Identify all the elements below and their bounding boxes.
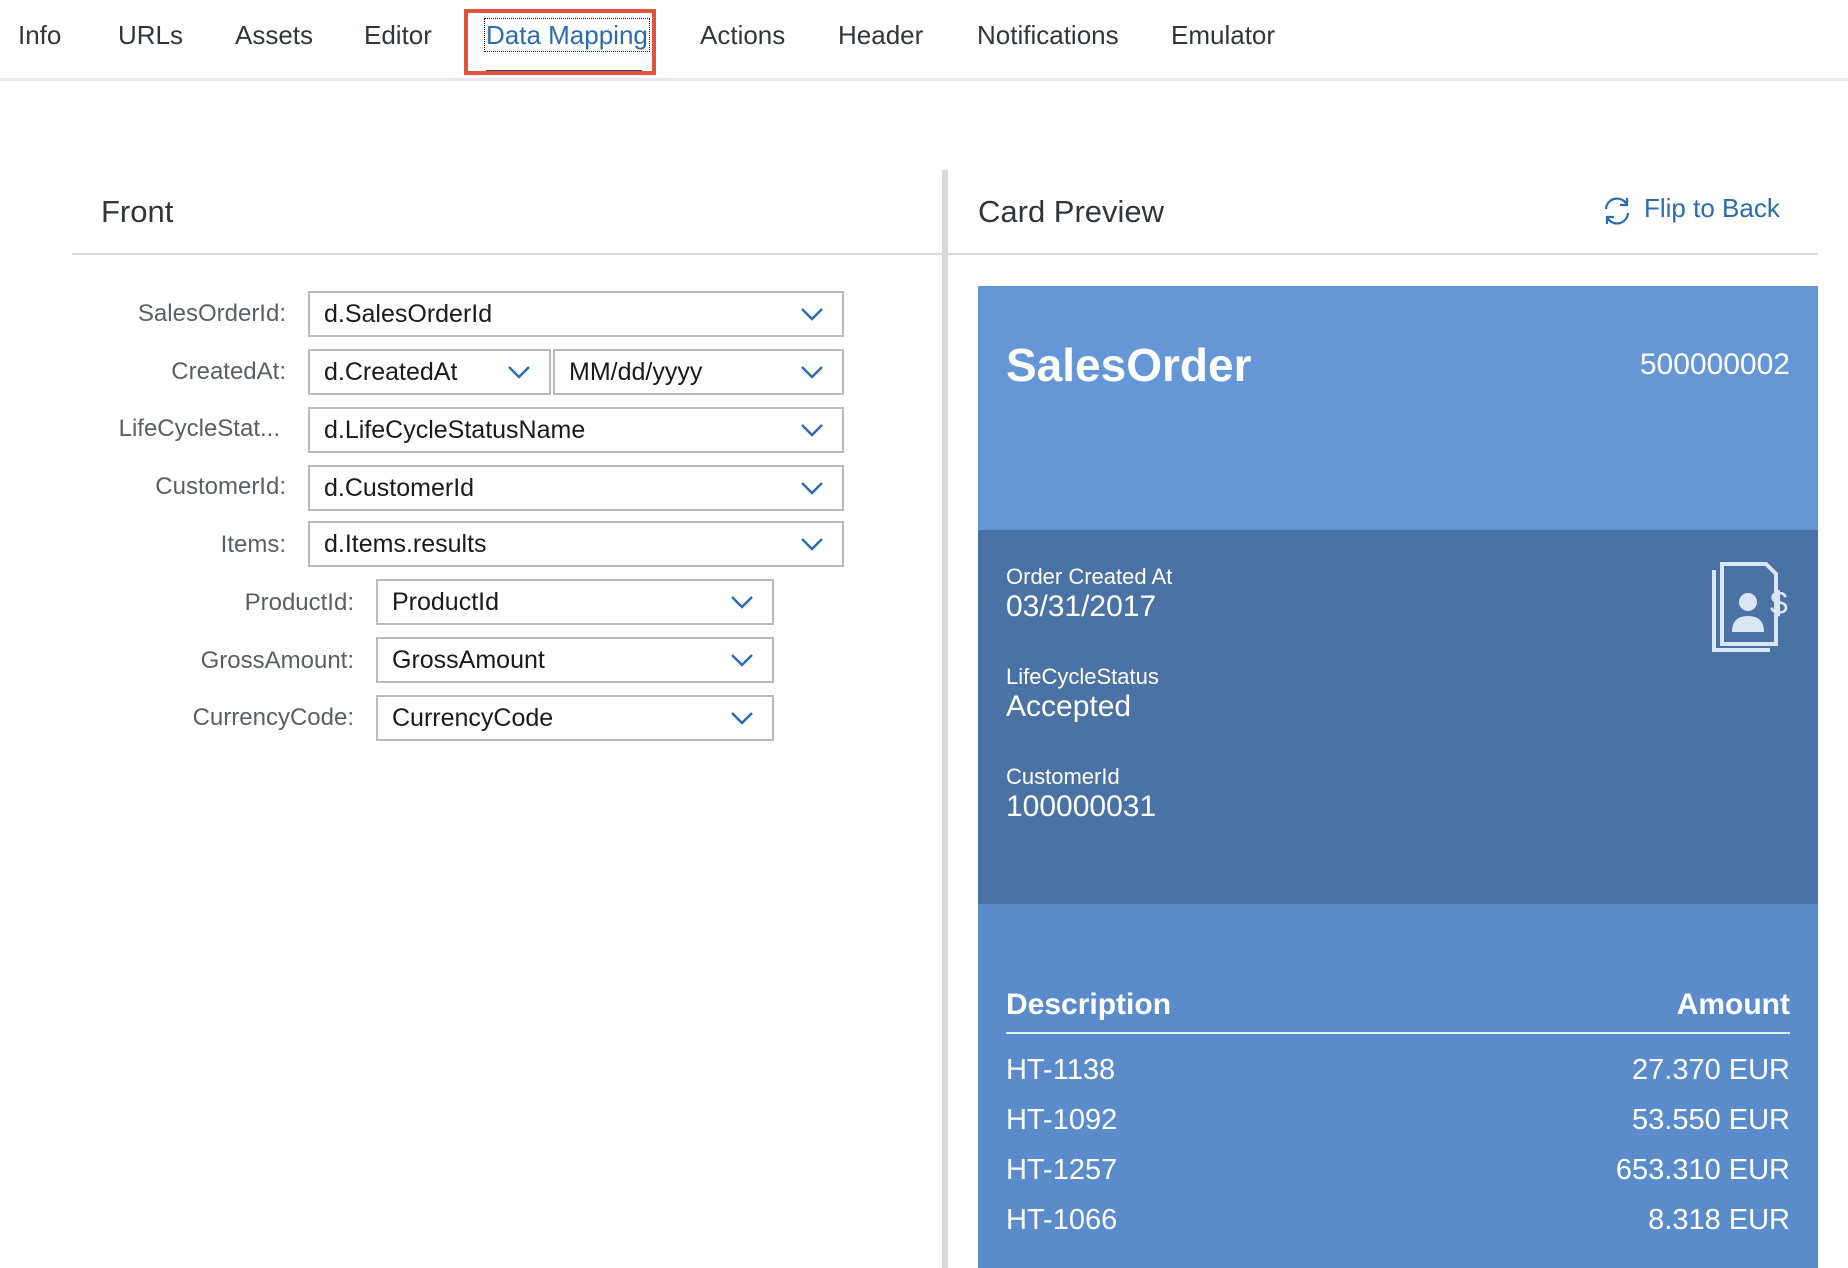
tab-data-mapping[interactable]: Data Mapping bbox=[484, 0, 650, 70]
tab-editor[interactable]: Editor bbox=[364, 0, 432, 70]
chevron-down-icon bbox=[801, 308, 823, 321]
description-column-header: Description bbox=[1006, 988, 1172, 1021]
sales-order-id-label: SalesOrderId: bbox=[137, 300, 286, 327]
tab-label: URLs bbox=[118, 20, 184, 50]
panel-divider bbox=[942, 170, 948, 1268]
customer-id-select[interactable]: d.CustomerId bbox=[308, 465, 844, 511]
card-header: SalesOrder 500000002 bbox=[978, 286, 1818, 530]
product-id-select[interactable]: ProductId bbox=[376, 579, 774, 625]
tab-bar: Info URLs Assets Editor Data Mapping Act… bbox=[0, 0, 1848, 81]
select-value: GrossAmount bbox=[392, 646, 545, 674]
items-label: Items: bbox=[220, 531, 286, 558]
tab-label: Notifications bbox=[977, 20, 1119, 50]
chevron-down-icon bbox=[731, 596, 753, 609]
customer-id-label: CustomerId: bbox=[155, 473, 286, 500]
gross-amount-select[interactable]: GrossAmount bbox=[376, 637, 774, 683]
lifecycle-status-value: Accepted bbox=[1006, 690, 1132, 723]
card-number: 500000002 bbox=[1639, 348, 1790, 381]
table-row-amount: 53.550 EUR bbox=[1632, 1104, 1790, 1136]
table-row-description: HT-1138 bbox=[1006, 1054, 1116, 1086]
product-id-label: ProductId: bbox=[244, 589, 354, 616]
order-created-label: Order Created At bbox=[1006, 564, 1173, 589]
chevron-down-icon bbox=[731, 712, 753, 725]
created-at-label: CreatedAt: bbox=[171, 358, 286, 385]
select-value: d.SalesOrderId bbox=[324, 300, 493, 328]
flip-to-back-label: Flip to Back bbox=[1644, 193, 1780, 223]
select-value: MM/dd/yyyy bbox=[569, 358, 703, 386]
chevron-down-icon bbox=[801, 538, 823, 551]
select-value: d.CreatedAt bbox=[324, 358, 458, 386]
currency-code-select[interactable]: CurrencyCode bbox=[376, 695, 774, 741]
tab-label: Actions bbox=[700, 20, 786, 50]
tab-label: Data Mapping bbox=[484, 18, 650, 52]
tab-label: Emulator bbox=[1171, 20, 1276, 50]
tab-label: Header bbox=[838, 20, 924, 50]
table-row-description: HT-1066 bbox=[1006, 1204, 1118, 1236]
active-tab-indicator bbox=[486, 70, 642, 75]
lifecycle-status-label: LifeCycleStatus bbox=[1006, 664, 1159, 689]
select-value: d.LifeCycleStatusName bbox=[324, 416, 586, 444]
customer-document-dollar-icon: $ bbox=[1712, 562, 1788, 652]
lifecycle-status-select[interactable]: d.LifeCycleStatusName bbox=[308, 407, 844, 453]
created-at-format-select[interactable]: MM/dd/yyyy bbox=[553, 349, 844, 395]
select-value: d.CustomerId bbox=[324, 474, 475, 502]
table-row-amount: 653.310 EUR bbox=[1615, 1154, 1790, 1186]
svg-text:$: $ bbox=[1770, 585, 1788, 621]
tab-notifications[interactable]: Notifications bbox=[977, 0, 1119, 70]
chevron-down-icon bbox=[731, 654, 753, 667]
chevron-down-icon bbox=[801, 424, 823, 437]
refresh-icon bbox=[1604, 197, 1630, 225]
tab-label: Info bbox=[18, 20, 62, 50]
amount-column-header: Amount bbox=[1676, 988, 1790, 1021]
order-created-value: 03/31/2017 bbox=[1006, 590, 1157, 623]
lifecycle-status-label: LifeCycleStat... bbox=[118, 415, 280, 442]
table-row-amount: 8.318 EUR bbox=[1648, 1204, 1790, 1236]
tab-urls[interactable]: URLs bbox=[118, 0, 183, 70]
front-title: Front bbox=[101, 194, 174, 229]
card-preview-title: Card Preview bbox=[978, 194, 1165, 229]
gross-amount-label: GrossAmount: bbox=[200, 647, 354, 674]
table-header-divider bbox=[1006, 1032, 1790, 1034]
created-at-select[interactable]: d.CreatedAt bbox=[308, 349, 551, 395]
tab-header[interactable]: Header bbox=[838, 0, 923, 70]
chevron-down-icon bbox=[801, 482, 823, 495]
tab-assets[interactable]: Assets bbox=[235, 0, 313, 70]
tab-emulator[interactable]: Emulator bbox=[1171, 0, 1275, 70]
select-value: CurrencyCode bbox=[392, 704, 554, 732]
table-row-description: HT-1257 bbox=[1006, 1154, 1118, 1186]
tab-label: Editor bbox=[364, 20, 432, 50]
card-preview: SalesOrder 500000002 Order Created At 03… bbox=[978, 286, 1818, 1268]
customer-id-value: 100000031 bbox=[1006, 790, 1157, 823]
card-items-table: Description Amount HT-1138 27.370 EUR HT… bbox=[978, 904, 1818, 1268]
preview-divider bbox=[948, 253, 1818, 255]
front-divider bbox=[72, 253, 942, 255]
chevron-down-icon bbox=[801, 366, 823, 379]
currency-code-label: CurrencyCode: bbox=[192, 704, 354, 731]
tab-label: Assets bbox=[235, 20, 314, 50]
select-value: ProductId bbox=[392, 588, 500, 616]
chevron-down-icon bbox=[508, 366, 530, 379]
table-row-description: HT-1092 bbox=[1006, 1104, 1118, 1136]
customer-id-label: CustomerId bbox=[1006, 764, 1120, 789]
card-title: SalesOrder bbox=[1006, 339, 1252, 391]
table-row-amount: 27.370 EUR bbox=[1632, 1054, 1790, 1086]
tab-info[interactable]: Info bbox=[18, 0, 61, 70]
items-select[interactable]: d.Items.results bbox=[308, 521, 844, 567]
sales-order-id-select[interactable]: d.SalesOrderId bbox=[308, 291, 844, 337]
card-details: Order Created At 03/31/2017 LifeCycleSta… bbox=[978, 530, 1818, 904]
select-value: d.Items.results bbox=[324, 530, 487, 558]
tab-actions[interactable]: Actions bbox=[700, 0, 785, 70]
